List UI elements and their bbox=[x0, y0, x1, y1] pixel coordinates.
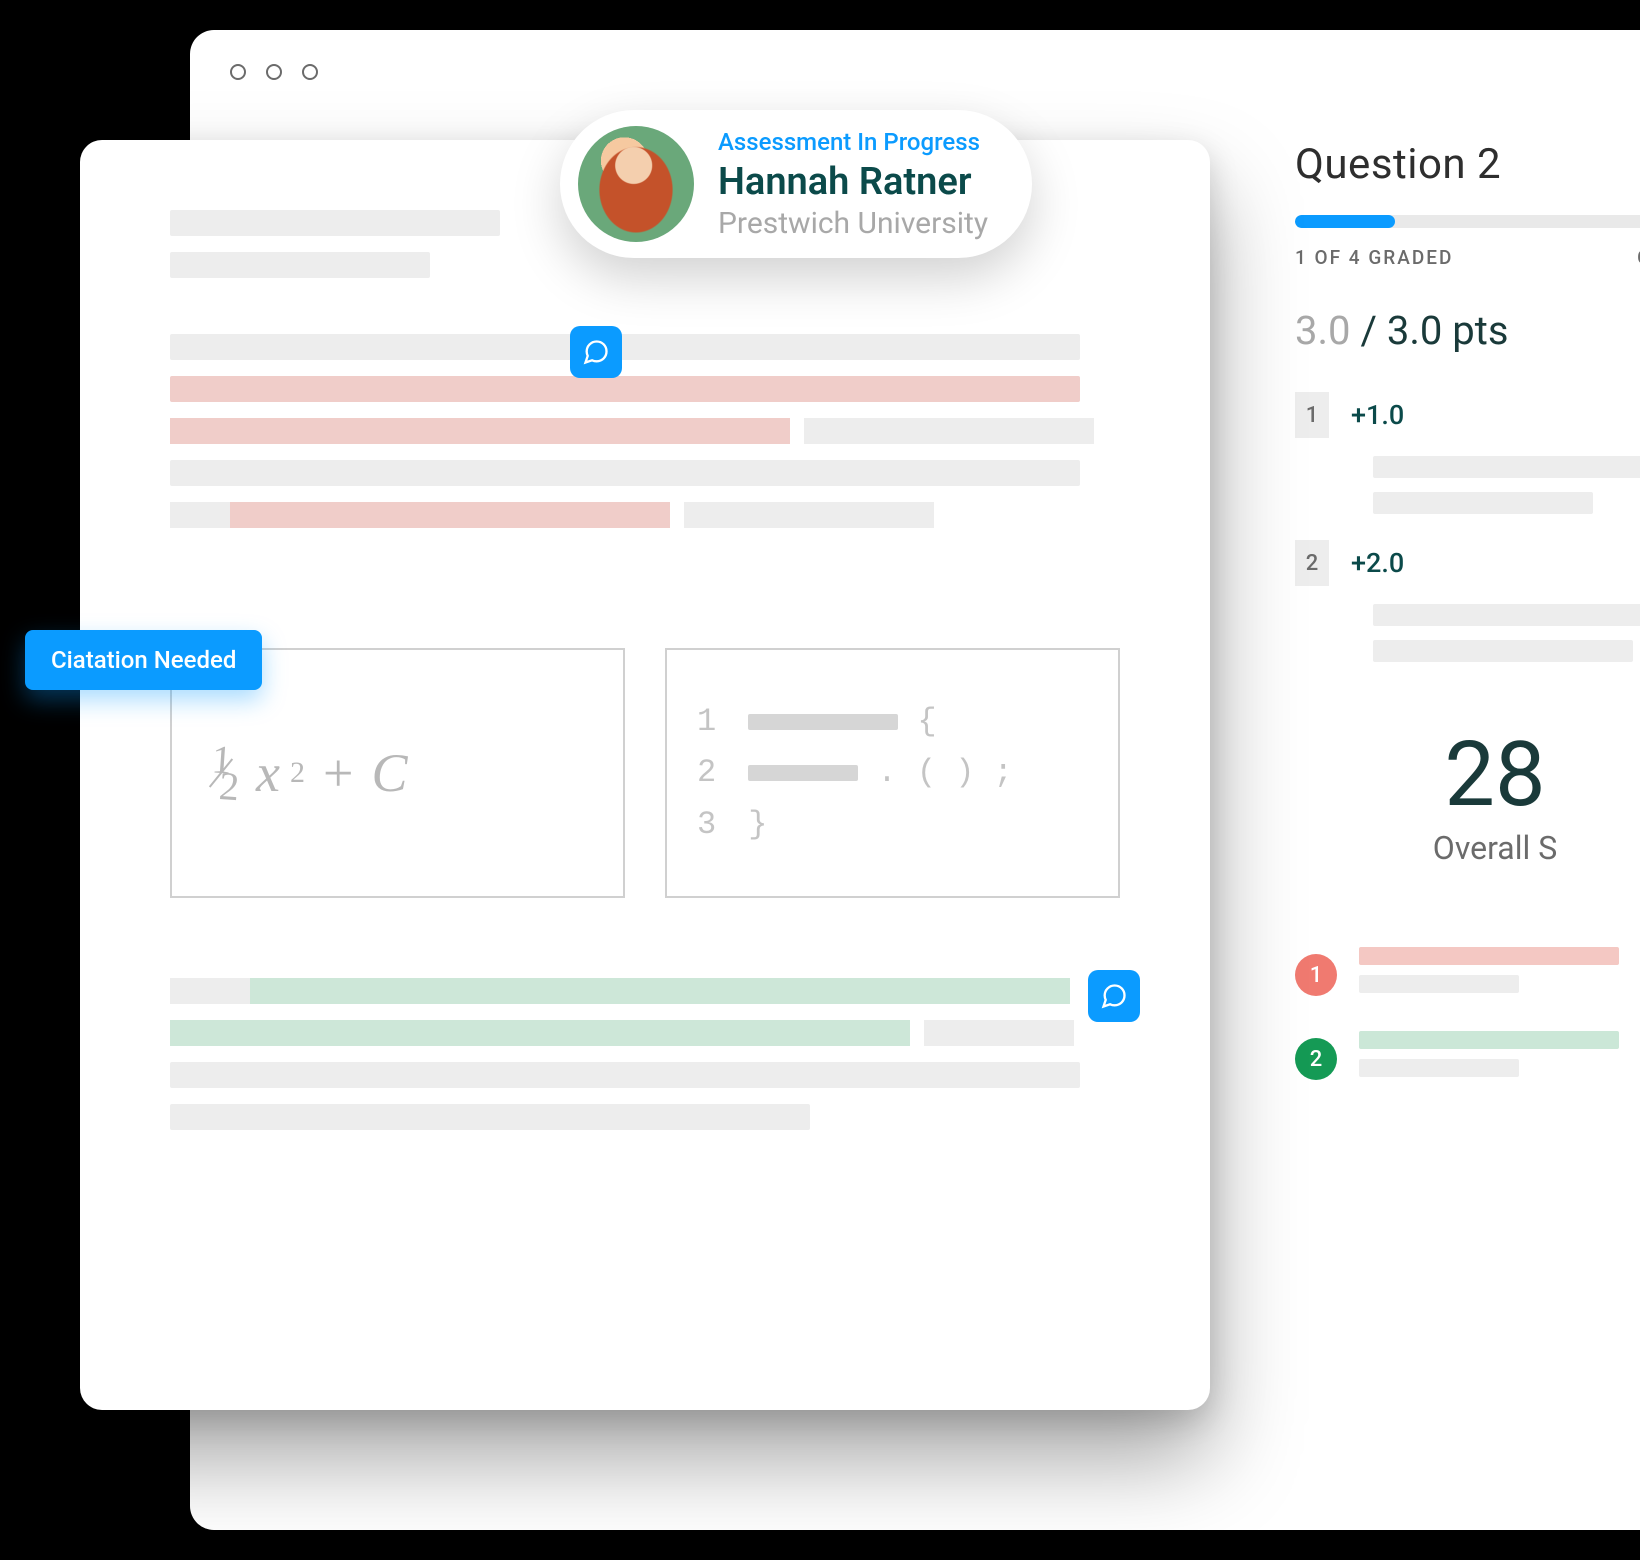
speech-bubble-icon bbox=[582, 338, 610, 366]
window-dot[interactable] bbox=[266, 64, 282, 80]
overall-score: 28 bbox=[1295, 722, 1640, 827]
feedback-badge: 1 bbox=[1295, 954, 1337, 996]
overall-score-block: 28 Overall S bbox=[1295, 722, 1640, 867]
points-display: 3.0 / 3.0 pts bbox=[1295, 307, 1640, 354]
student-header[interactable]: Assessment In Progress Hannah Ratner Pre… bbox=[560, 110, 1032, 258]
rubric-item[interactable]: 2 +2.0 bbox=[1295, 540, 1640, 586]
attachment-row: 12 x2 + C 1 { 2 . ( ) ; 3 } bbox=[170, 648, 1120, 898]
progress-labels: 1 OF 4 GRADED GRAD bbox=[1295, 246, 1640, 269]
feedback-preview bbox=[1359, 947, 1619, 1003]
assessment-status: Assessment In Progress bbox=[718, 128, 988, 156]
progress-bar bbox=[1295, 215, 1640, 228]
avatar bbox=[578, 126, 694, 242]
submission-document: 12 x2 + C 1 { 2 . ( ) ; 3 } bbox=[80, 140, 1210, 1410]
progress-fill bbox=[1295, 215, 1395, 228]
citation-needed-tag[interactable]: Ciatation Needed bbox=[25, 630, 262, 690]
rubric-index: 1 bbox=[1295, 392, 1329, 438]
handwritten-formula: 12 x2 + C bbox=[202, 740, 407, 806]
feedback-badge: 2 bbox=[1295, 1038, 1337, 1080]
comment-button[interactable] bbox=[570, 326, 622, 378]
window-dot[interactable] bbox=[230, 64, 246, 80]
window-dot[interactable] bbox=[302, 64, 318, 80]
speech-bubble-icon bbox=[1100, 982, 1128, 1010]
rubric-index: 2 bbox=[1295, 540, 1329, 586]
feedback-item[interactable]: 1 bbox=[1295, 947, 1640, 1003]
points-earned: 3.0 bbox=[1295, 307, 1351, 354]
overall-label: Overall S bbox=[1295, 829, 1640, 867]
question-title: Question 2 bbox=[1295, 140, 1640, 189]
rubric-desc-placeholder bbox=[1373, 456, 1640, 514]
code-snippet: 1 { 2 . ( ) ; 3 } bbox=[697, 696, 1088, 850]
feedback-item[interactable]: 2 bbox=[1295, 1031, 1640, 1087]
code-attachment[interactable]: 1 { 2 . ( ) ; 3 } bbox=[665, 648, 1120, 898]
grading-panel: Question 2 1 OF 4 GRADED GRAD 3.0 / 3.0 … bbox=[1255, 100, 1640, 1155]
rubric-delta: +2.0 bbox=[1351, 547, 1404, 579]
student-name: Hannah Ratner bbox=[718, 160, 988, 204]
rubric-item[interactable]: 1 +1.0 bbox=[1295, 392, 1640, 438]
rubric-desc-placeholder bbox=[1373, 604, 1640, 662]
student-school: Prestwich University bbox=[718, 206, 988, 241]
feedback-preview bbox=[1359, 1031, 1619, 1087]
points-total: 3.0 pts bbox=[1387, 307, 1509, 354]
graded-count: 1 OF 4 GRADED bbox=[1295, 246, 1453, 269]
comment-button[interactable] bbox=[1088, 970, 1140, 1022]
rubric-delta: +1.0 bbox=[1351, 399, 1404, 431]
